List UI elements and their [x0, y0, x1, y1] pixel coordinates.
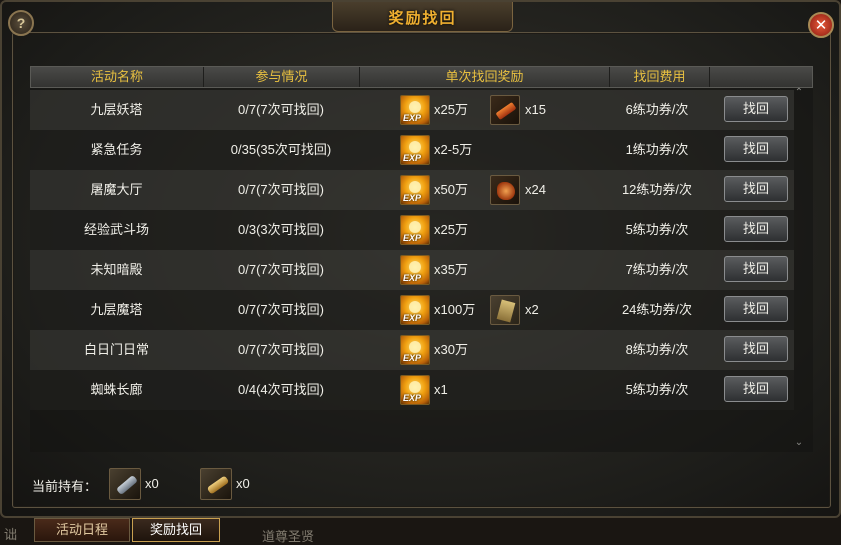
close-icon[interactable]: ✕	[808, 12, 834, 38]
participation-status: 0/4(4次可找回)	[238, 382, 324, 397]
recovery-cost: 6练功券/次	[625, 102, 689, 117]
activity-name: 未知暗殿	[90, 262, 143, 277]
exp-icon: EXP	[400, 295, 430, 325]
recover-button[interactable]: 找回	[724, 96, 788, 122]
tab-activity-schedule[interactable]: 活动日程	[34, 518, 130, 542]
item-reward-qty: x24	[525, 182, 546, 197]
activity-name: 白日门日常	[83, 342, 149, 357]
item-paper-icon	[490, 295, 520, 325]
header-participation: 参与情况	[204, 67, 360, 87]
header-cost: 找回费用	[610, 67, 710, 87]
header-activity-name: 活动名称	[31, 67, 204, 87]
holding-qty-1: x0	[145, 476, 159, 491]
recover-button[interactable]: 找回	[724, 136, 788, 162]
window-title: 奖励找回	[388, 10, 457, 27]
gold-scroll-icon	[200, 468, 232, 500]
holdings-label: 当前持有：	[32, 479, 98, 494]
header-single-reward: 单次找回奖励	[360, 67, 610, 87]
exp-reward-qty: x25万	[434, 222, 468, 237]
scrollbar[interactable]: ⌃ ⌄	[794, 88, 804, 452]
exp-reward-qty: x100万	[434, 302, 476, 317]
scroll-down-icon[interactable]: ⌄	[794, 438, 804, 448]
exp-icon: EXP	[400, 255, 430, 285]
recover-button[interactable]: 找回	[724, 336, 788, 362]
table-row: 屠魔大厅 0/7(7次可找回) EXP x50万 x24 12练功券/次 找回	[30, 170, 794, 210]
activity-name: 蜘蛛长廊	[90, 382, 143, 397]
recover-button[interactable]: 找回	[724, 256, 788, 282]
recovery-cost: 5练功券/次	[625, 222, 689, 237]
table-row: 白日门日常 0/7(7次可找回) EXP x30万 8练功券/次 找回	[30, 330, 794, 370]
reward-table: 活动名称 参与情况 单次找回奖励 找回费用 九层妖塔 0/7(7次可找回) EXP x…	[30, 66, 813, 452]
participation-status: 0/7(7次可找回)	[238, 102, 324, 117]
scroll-up-icon[interactable]: ⌃	[794, 88, 804, 98]
reward-recovery-window: 奖励找回 ? ✕ 活动名称 参与情况 单次找回奖励 找回费用 九层妖塔 0/7(7…	[0, 0, 841, 518]
recover-button[interactable]: 找回	[724, 176, 788, 202]
recovery-cost: 7练功券/次	[625, 262, 689, 277]
recovery-cost: 5练功券/次	[625, 382, 689, 397]
item-reward-qty: x15	[525, 102, 546, 117]
participation-status: 0/35(35次可找回)	[230, 142, 332, 157]
table-row: 九层魔塔 0/7(7次可找回) EXP x100万 x2 24练功券/次 找回	[30, 290, 794, 330]
help-icon[interactable]: ?	[8, 10, 34, 36]
item-scroll-icon	[490, 95, 520, 125]
exp-icon: EXP	[400, 215, 430, 245]
table-row: 蜘蛛长廊 0/4(4次可找回) EXP x1 5练功券/次 找回	[30, 370, 794, 410]
recovery-cost: 1练功券/次	[625, 142, 689, 157]
table-row: 未知暗殿 0/7(7次可找回) EXP x35万 7练功券/次 找回	[30, 250, 794, 290]
exp-reward-qty: x30万	[434, 342, 468, 357]
recover-button[interactable]: 找回	[724, 296, 788, 322]
recovery-cost: 8练功券/次	[625, 342, 689, 357]
participation-status: 0/7(7次可找回)	[238, 182, 324, 197]
participation-status: 0/7(7次可找回)	[238, 342, 324, 357]
exp-reward-qty: x1	[434, 382, 448, 397]
holding-qty-2: x0	[236, 476, 250, 491]
recover-button[interactable]: 找回	[724, 216, 788, 242]
table-row: 经验武斗场 0/3(3次可找回) EXP x25万 5练功券/次 找回	[30, 210, 794, 250]
background-text-bottom: 道尊圣贤	[262, 529, 315, 544]
activity-name: 九层魔塔	[90, 302, 143, 317]
exp-reward-qty: x35万	[434, 262, 468, 277]
table-row: 紧急任务 0/35(35次可找回) EXP x2-5万 1练功券/次 找回	[30, 130, 794, 170]
header-action	[710, 67, 812, 87]
recovery-cost: 24练功券/次	[621, 302, 693, 317]
participation-status: 0/7(7次可找回)	[238, 302, 324, 317]
item-claw-icon	[490, 175, 520, 205]
exp-icon: EXP	[400, 135, 430, 165]
background-text-left: 诎	[4, 527, 18, 542]
exp-icon: EXP	[400, 335, 430, 365]
participation-status: 0/7(7次可找回)	[238, 262, 324, 277]
recover-button[interactable]: 找回	[724, 376, 788, 402]
exp-reward-qty: x25万	[434, 102, 468, 117]
activity-name: 九层妖塔	[90, 102, 143, 117]
tab-reward-recovery[interactable]: 奖励找回	[132, 518, 220, 542]
exp-icon: EXP	[400, 95, 430, 125]
exp-icon: EXP	[400, 175, 430, 205]
recovery-cost: 12练功券/次	[621, 182, 693, 197]
activity-name: 经验武斗场	[83, 222, 149, 237]
activity-name: 紧急任务	[90, 142, 143, 157]
table-header: 活动名称 参与情况 单次找回奖励 找回费用	[30, 66, 813, 88]
exp-icon: EXP	[400, 375, 430, 405]
exp-reward-qty: x50万	[434, 182, 468, 197]
silver-scroll-icon	[109, 468, 141, 500]
table-row: 九层妖塔 0/7(7次可找回) EXP x25万 x15 6练功券/次 找回	[30, 90, 794, 130]
activity-name: 屠魔大厅	[90, 182, 143, 197]
item-reward-qty: x2	[525, 302, 539, 317]
participation-status: 0/3(3次可找回)	[238, 222, 324, 237]
exp-reward-qty: x2-5万	[434, 142, 473, 157]
